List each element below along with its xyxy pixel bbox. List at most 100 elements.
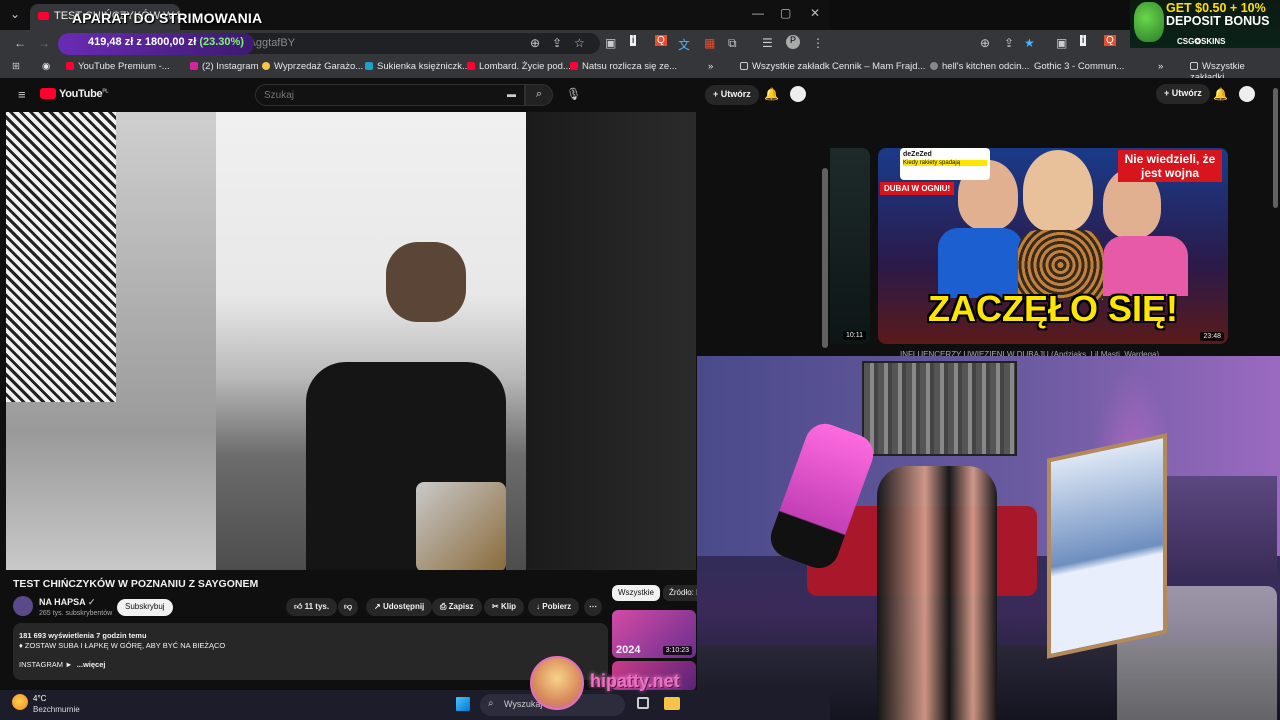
extensions-puzzle-icon[interactable]: ⧉	[728, 36, 737, 51]
maximize-icon[interactable]: ▢	[780, 6, 791, 20]
close-icon[interactable]: ✕	[810, 6, 820, 20]
like-button[interactable]: 👍︎ 11 tys.	[286, 598, 338, 616]
clip-button[interactable]: ✂ Klip	[484, 598, 525, 616]
bookmark-instagram[interactable]: (2) Instagram	[190, 61, 259, 72]
extension-icon[interactable]: i	[630, 35, 637, 46]
thumbs-up-icon: 👍︎	[294, 602, 303, 611]
chevron-right-icon[interactable]: »	[708, 61, 713, 72]
chevron-right-icon[interactable]: »	[1158, 61, 1163, 72]
save-button[interactable]: ⎙ Zapisz	[432, 598, 482, 616]
translate-icon[interactable]: 文	[678, 36, 690, 53]
bookmark-star-filled-icon[interactable]: ★	[1024, 36, 1035, 50]
calendar-icon[interactable]: ▦	[704, 36, 715, 50]
webcam-shelf	[1167, 476, 1277, 576]
profile-avatar[interactable]: P	[786, 35, 800, 49]
share-icon: ↗	[374, 602, 381, 611]
search-icon: ⌕	[535, 88, 543, 100]
extension-icon[interactable]: i	[1080, 35, 1087, 46]
youtube-logo[interactable]: YouTubePL	[40, 88, 108, 100]
scrollbar[interactable]	[1273, 88, 1278, 208]
ad-banner[interactable]: GET $0.50 + 10% DEPOSIT BONUS CSG✪SKINS	[1130, 0, 1280, 48]
account-avatar[interactable]	[790, 86, 806, 102]
video-thumbnail[interactable]: deZeZed Kiedy rakiety spadają DUBAI W OGN…	[878, 148, 1228, 344]
channel-avatar[interactable]	[13, 596, 33, 616]
weather-temperature[interactable]: 4°C	[33, 694, 46, 703]
bookmark-youtube-premium[interactable]: YouTube Premium -...	[66, 61, 170, 72]
hamburger-menu-icon[interactable]: ≡	[18, 87, 26, 102]
scissors-icon: ✂	[492, 602, 499, 611]
minimize-icon[interactable]: —	[752, 6, 764, 20]
more-actions-button[interactable]: ⋯	[584, 598, 602, 616]
bookmarks-bar-right: Cennik – Mam Frajd... hell's kitchen odc…	[830, 56, 1280, 83]
search-button[interactable]: ⌕	[525, 84, 553, 106]
extension-icon[interactable]: ▣	[605, 36, 616, 50]
scrollbar[interactable]	[822, 168, 828, 348]
extension-icon[interactable]: Q	[1104, 35, 1116, 46]
apps-grid-icon[interactable]: ⊞	[12, 61, 20, 72]
weather-condition[interactable]: Bezchmurnie	[33, 705, 80, 714]
thumbnail-label: DUBAI W OGNIU!	[880, 182, 955, 195]
bookmark-wyprzedaz[interactable]: Wyprzedaż Garażo...	[262, 61, 363, 72]
bookmark-icon[interactable]: ◉	[42, 61, 50, 72]
show-more-link[interactable]: ...więcej	[77, 660, 106, 669]
zoom-icon[interactable]: ⊕	[530, 36, 540, 50]
ad-text: GET $0.50 + 10% DEPOSIT BONUS	[1166, 1, 1270, 28]
share-button[interactable]: ↗ Udostępnij	[366, 598, 433, 616]
menu-icon[interactable]: ⋮	[812, 36, 824, 50]
keyboard-icon[interactable]: ▬	[507, 89, 516, 99]
taskbar	[0, 690, 830, 720]
channel-name[interactable]: NA HAPSA ✓	[39, 597, 95, 608]
share-page-icon[interactable]: ⇪	[552, 36, 562, 50]
account-avatar[interactable]	[1239, 86, 1255, 102]
notifications-bell-icon[interactable]: 🔔	[1213, 87, 1228, 101]
youtube-favicon-icon	[38, 12, 49, 20]
share-page-icon[interactable]: ⇪	[1004, 36, 1014, 50]
bookmark-sukienka[interactable]: Sukienka księżniczk...	[365, 61, 470, 72]
verified-icon: ✓	[87, 597, 96, 607]
bookmark-natsu[interactable]: Natsu rozlicza się ze...	[570, 61, 677, 72]
donation-amount: 419,48 zł z 1800,00 zł	[88, 36, 197, 48]
description-instagram: INSTAGRAM ►	[19, 660, 73, 669]
create-button[interactable]: + Utwórz	[705, 85, 759, 105]
video-frame-car	[526, 112, 696, 570]
forward-icon[interactable]: →	[38, 36, 50, 50]
thumbnail-shirt	[1103, 236, 1188, 296]
all-bookmarks-folder[interactable]: Wszystkie zakładki	[740, 61, 832, 72]
thumbnail-year: 2024	[616, 644, 641, 656]
description-box[interactable]: 181 693 wyświetlenia 7 godzin temu ♦ ZOS…	[13, 623, 608, 680]
weather-sun-icon[interactable]	[12, 694, 28, 710]
bookmark-hells-kitchen[interactable]: hell's kitchen odcin...	[930, 61, 1029, 72]
reading-list-icon[interactable]: ☰	[762, 36, 773, 50]
bookmark-lombard[interactable]: Lombard. Życie pod...	[467, 61, 571, 72]
microphone-icon[interactable]: 🎙	[566, 87, 581, 101]
create-button[interactable]: + Utwórz	[1156, 84, 1210, 104]
related-video-thumbnail[interactable]: 2024 3:10:23	[612, 610, 696, 658]
bookmark-gothic[interactable]: Gothic 3 - Commun...	[1034, 61, 1124, 72]
webcam-wall-painting	[862, 361, 1017, 456]
thumbnail-face	[1023, 150, 1093, 232]
extension-icon[interactable]: Q	[655, 35, 667, 46]
zoom-icon[interactable]: ⊕	[980, 36, 990, 50]
file-explorer-icon[interactable]	[664, 697, 680, 710]
side-video-thumbnail[interactable]: 10:11	[830, 148, 870, 344]
search-icon: ⌕	[488, 698, 494, 709]
thumbnail-tweet-card: deZeZed Kiedy rakiety spadają	[900, 148, 990, 180]
bookmark-cennik[interactable]: Cennik – Mam Frajd...	[832, 61, 925, 72]
chip-all[interactable]: Wszystkie	[612, 585, 660, 601]
notifications-bell-icon[interactable]: 🔔	[764, 87, 779, 101]
thumbs-down-icon: 👎︎	[344, 602, 353, 611]
video-player[interactable]	[6, 112, 696, 570]
extension-icon[interactable]: ▣	[1056, 36, 1067, 50]
video-frame-keffiyeh	[6, 112, 116, 402]
download-button[interactable]: ↓ Pobierz	[528, 598, 580, 616]
search-input[interactable]: Szukaj	[255, 84, 525, 106]
back-icon[interactable]: ←	[14, 36, 26, 50]
task-view-icon[interactable]	[637, 697, 649, 709]
webcam-overlay	[697, 356, 1280, 720]
donation-percent: (23.30%)	[199, 36, 244, 48]
windows-start-icon[interactable]	[456, 697, 470, 711]
subscribe-button[interactable]: Subskrybuj	[117, 599, 173, 616]
tab-search-icon[interactable]: ⌄	[10, 7, 20, 21]
dislike-button[interactable]: 👎︎	[338, 598, 359, 616]
bookmark-star-icon[interactable]: ☆	[574, 36, 585, 50]
